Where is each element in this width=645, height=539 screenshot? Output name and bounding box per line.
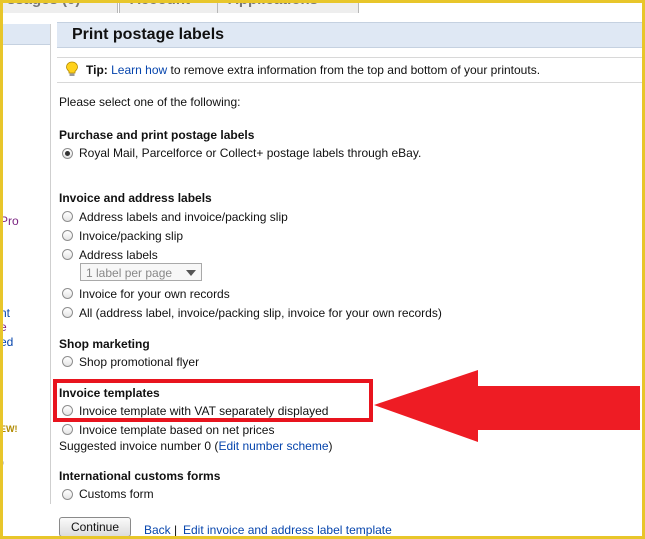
chevron-down-icon [186, 270, 196, 276]
intro-text: Please select one of the following: [59, 95, 241, 109]
tab-applications[interactable]: Applications [217, 0, 359, 13]
tip-rest-text: to remove extra information from the top… [167, 63, 541, 77]
back-link[interactable]: Back [144, 523, 171, 537]
radio-invoice-packing-slip[interactable] [62, 230, 73, 241]
new-badge: EW! [0, 424, 18, 434]
suggested-suffix: ) [328, 439, 333, 453]
link-separator: | [174, 523, 178, 537]
tip-text: Tip: Learn how to remove extra informati… [86, 63, 540, 77]
radio-all[interactable] [62, 307, 73, 318]
top-tab-bar: ssages (0) Account Applications [0, 0, 645, 16]
radio-royal-mail[interactable] [62, 148, 73, 159]
page-title: Print postage labels [72, 26, 225, 43]
continue-button[interactable]: Continue [59, 517, 131, 537]
radio-address-labels[interactable] [62, 249, 73, 260]
option-label: Shop promotional flyer [79, 355, 200, 369]
sidebar-link-fragment[interactable]: e [0, 320, 7, 334]
sidebar-header [0, 24, 50, 45]
option-label: Address labels and invoice/packing slip [79, 210, 288, 224]
suggested-invoice-number: Suggested invoice number 0 (Edit number … [59, 439, 333, 453]
option-label: All (address label, invoice/packing slip… [79, 306, 442, 320]
radio-customs-form[interactable] [62, 489, 73, 500]
tab-account[interactable]: Account [119, 0, 229, 13]
red-arrow-icon [374, 370, 640, 442]
page-title-bar: Print postage labels [57, 22, 645, 48]
sidebar-text-fragment: ) [0, 455, 4, 469]
learn-how-link[interactable]: Learn how [111, 63, 167, 77]
labels-per-page-value: 1 label per page [86, 266, 173, 280]
option-label: Address labels [79, 248, 158, 262]
radio-address-and-invoice[interactable] [62, 211, 73, 222]
section-heading-shop-marketing: Shop marketing [59, 337, 150, 351]
option-label: Invoice template based on net prices [79, 423, 275, 437]
option-label: Invoice/packing slip [79, 229, 184, 243]
suggested-prefix: Suggested invoice number 0 ( [59, 439, 219, 453]
section-heading-invoice-address: Invoice and address labels [59, 191, 212, 205]
labels-per-page-select[interactable]: 1 label per page [80, 263, 202, 281]
lightbulb-icon [66, 61, 78, 76]
section-heading-purchase: Purchase and print postage labels [59, 128, 255, 142]
option-label: Royal Mail, Parcelforce or Collect+ post… [79, 146, 422, 160]
sidebar-link-fragment[interactable]: nt [0, 306, 10, 320]
left-sidebar: Pro nt e ed EW! ) [0, 24, 51, 504]
edit-template-link[interactable]: Edit invoice and address label template [183, 523, 392, 537]
option-label: Invoice for your own records [79, 287, 230, 301]
tab-messages[interactable]: ssages (0) [0, 0, 118, 13]
radio-net-template[interactable] [62, 424, 73, 435]
radio-shop-flyer[interactable] [62, 356, 73, 367]
option-label: Customs form [79, 487, 154, 501]
edit-number-scheme-link[interactable]: Edit number scheme [218, 439, 328, 453]
tip-label: Tip: [86, 63, 108, 77]
radio-invoice-own-records[interactable] [62, 288, 73, 299]
section-heading-customs: International customs forms [59, 469, 221, 483]
sidebar-link-fragment[interactable]: Pro [0, 214, 19, 228]
sidebar-link-fragment[interactable]: ed [0, 335, 13, 349]
red-highlight-box [53, 379, 373, 422]
tip-box: Tip: Learn how to remove extra informati… [57, 57, 645, 83]
